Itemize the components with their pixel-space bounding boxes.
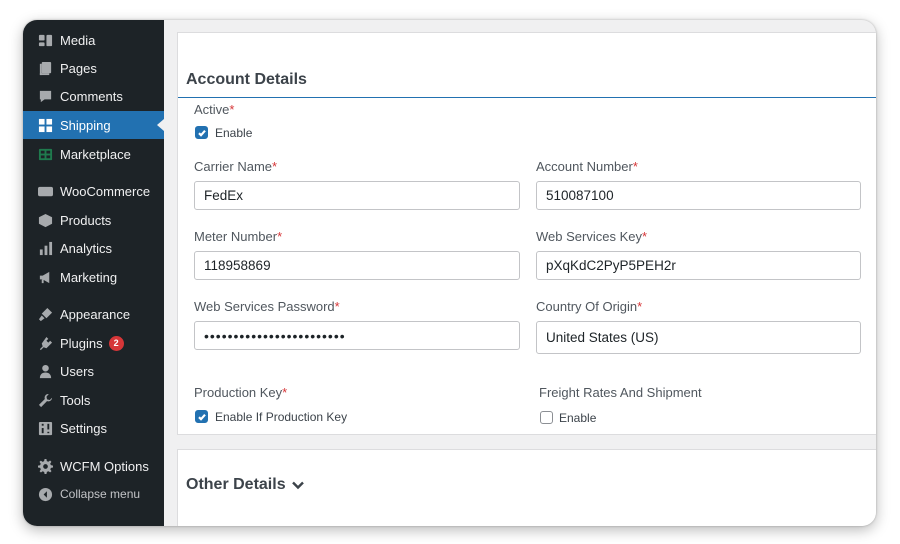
web-services-key-input[interactable]: pXqKdC2PyP5PEH2r [536, 251, 861, 280]
web-services-key-label: Web Services Key* [536, 229, 648, 244]
web-services-password-input[interactable]: •••••••••••••••••••••••• [194, 321, 520, 350]
panel-title: Account Details [186, 71, 307, 88]
users-icon [37, 363, 53, 379]
sidebar-item-woocommerce[interactable]: WooCommerce [23, 177, 164, 205]
sidebar-item-label: Plugins [60, 335, 103, 351]
other-details-panel[interactable]: Other Details [177, 449, 876, 526]
sidebar-item-products[interactable]: Products [23, 206, 164, 234]
freight-rates-label: Freight Rates And Shipment [539, 385, 702, 400]
analytics-icon [37, 240, 53, 256]
sidebar-item-settings[interactable]: Settings [23, 414, 164, 442]
country-of-origin-select[interactable]: United States (US) [536, 321, 861, 354]
meter-number-input[interactable]: 118958869 [194, 251, 520, 280]
sidebar-item-comments[interactable]: Comments [23, 82, 164, 110]
collapse-icon [37, 486, 53, 502]
sidebar-item-label: Appearance [60, 306, 131, 322]
active-checkbox-label: Enable [215, 126, 253, 140]
main-content: Account Details Active* Enable Carrier N… [164, 20, 876, 526]
settings-icon [37, 420, 53, 436]
plugins-update-badge: 2 [108, 335, 124, 351]
gear-icon [37, 458, 53, 474]
sidebar-item-label: Shipping [60, 117, 111, 133]
panel-title: Other Details [186, 476, 286, 493]
chevron-down-icon [291, 481, 304, 490]
sidebar-item-label: WooCommerce [60, 183, 151, 199]
freight-rates-checkbox-label: Enable [559, 411, 597, 425]
production-key-checkbox[interactable] [195, 410, 208, 423]
sidebar-item-shipping[interactable]: Shipping [23, 111, 164, 139]
media-icon [37, 32, 53, 48]
plugins-icon [37, 335, 53, 351]
comments-icon [37, 88, 53, 104]
account-details-panel: Account Details Active* Enable Carrier N… [177, 32, 876, 435]
pages-icon [37, 60, 53, 76]
checkmark-icon [197, 413, 206, 421]
country-of-origin-label: Country Of Origin* [536, 299, 643, 314]
products-icon [37, 212, 53, 228]
sidebar-item-label: Marketplace [60, 146, 131, 162]
meter-number-label: Meter Number* [194, 229, 283, 244]
account-number-label: Account Number* [536, 159, 638, 174]
sidebar-item-label: Settings [60, 420, 107, 436]
sidebar-item-appearance[interactable]: Appearance [23, 300, 164, 328]
sidebar-item-label: Pages [60, 60, 97, 76]
sidebar-item-users[interactable]: Users [23, 357, 164, 385]
woocommerce-icon [37, 183, 53, 199]
sidebar-item-label: Analytics [60, 240, 113, 256]
marketing-icon [37, 269, 53, 285]
title-divider [178, 97, 876, 98]
freight-rates-checkbox[interactable] [540, 411, 553, 424]
shipping-grid-icon [37, 117, 53, 133]
app-window: Media Pages Comments Shipping Marketplac [23, 20, 876, 526]
sidebar-item-label: Comments [60, 88, 123, 104]
sidebar-item-label: Users [60, 363, 94, 379]
admin-sidebar: Media Pages Comments Shipping Marketplac [23, 20, 164, 526]
sidebar-item-pages[interactable]: Pages [23, 54, 164, 82]
other-details-toggle[interactable]: Other Details [186, 476, 305, 494]
account-number-input[interactable]: 510087100 [536, 181, 861, 210]
sidebar-item-wcfm-options[interactable]: WCFM Options [23, 452, 164, 480]
sidebar-item-label: Media [60, 32, 96, 48]
sidebar-item-marketplace[interactable]: Marketplace [23, 140, 164, 168]
sidebar-item-label: Collapse menu [60, 487, 141, 501]
active-checkbox[interactable] [195, 126, 208, 139]
sidebar-item-marketing[interactable]: Marketing [23, 263, 164, 291]
carrier-name-input[interactable]: FedEx [194, 181, 520, 210]
sidebar-item-analytics[interactable]: Analytics [23, 234, 164, 262]
sidebar-item-label: Marketing [60, 269, 118, 285]
sidebar-item-label: WCFM Options [60, 458, 149, 474]
collapse-menu-button[interactable]: Collapse menu [23, 480, 164, 508]
production-key-checkbox-label: Enable If Production Key [215, 410, 348, 424]
active-label: Active* [194, 102, 235, 117]
sidebar-item-media[interactable]: Media [23, 26, 164, 54]
tools-icon [37, 392, 53, 408]
carrier-name-label: Carrier Name* [194, 159, 278, 174]
appearance-icon [37, 306, 53, 322]
sidebar-item-plugins[interactable]: Plugins 2 [23, 329, 164, 357]
sidebar-item-label: Products [60, 212, 112, 228]
sidebar-item-label: Tools [60, 392, 91, 408]
production-key-label: Production Key* [194, 385, 288, 400]
web-services-password-label: Web Services Password* [194, 299, 340, 314]
marketplace-icon [37, 146, 53, 162]
sidebar-item-tools[interactable]: Tools [23, 386, 164, 414]
checkmark-icon [197, 129, 206, 137]
